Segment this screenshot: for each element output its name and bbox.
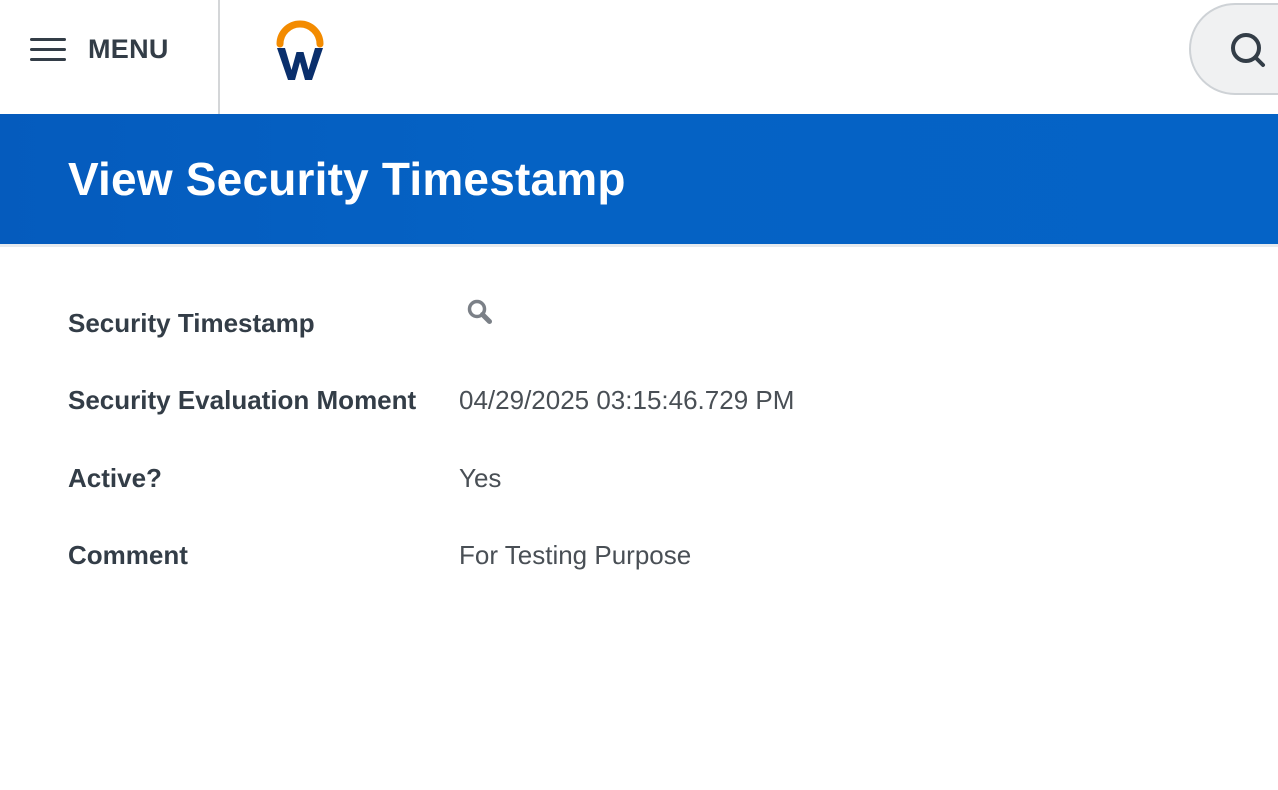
magnifier-prompt-icon[interactable] [466, 298, 494, 326]
field-label: Comment [68, 540, 188, 570]
hamburger-icon [30, 38, 66, 62]
field-row-security-evaluation-moment: Security Evaluation Moment 04/29/2025 03… [68, 385, 1168, 425]
field-row-comment: Comment For Testing Purpose [68, 540, 1168, 580]
field-row-active: Active? Yes [68, 463, 1168, 503]
page-title-banner: View Security Timestamp [0, 114, 1278, 247]
top-navigation-bar: MENU [0, 0, 1278, 114]
field-label: Active? [68, 463, 162, 493]
search-icon [1231, 33, 1265, 67]
field-value: Yes [459, 463, 502, 493]
workday-logo-icon[interactable] [274, 18, 326, 82]
page-title: View Security Timestamp [68, 153, 626, 205]
menu-button[interactable]: MENU [0, 0, 218, 114]
field-value: 04/29/2025 03:15:46.729 PM [459, 385, 795, 415]
field-label: Security Timestamp [68, 308, 315, 338]
field-label: Security Evaluation Moment [68, 385, 417, 415]
global-search-button[interactable] [1189, 3, 1278, 95]
menu-label: MENU [88, 34, 169, 64]
field-value: For Testing Purpose [459, 540, 692, 570]
field-row-security-timestamp: Security Timestamp [68, 299, 1168, 348]
header-divider [218, 0, 220, 114]
